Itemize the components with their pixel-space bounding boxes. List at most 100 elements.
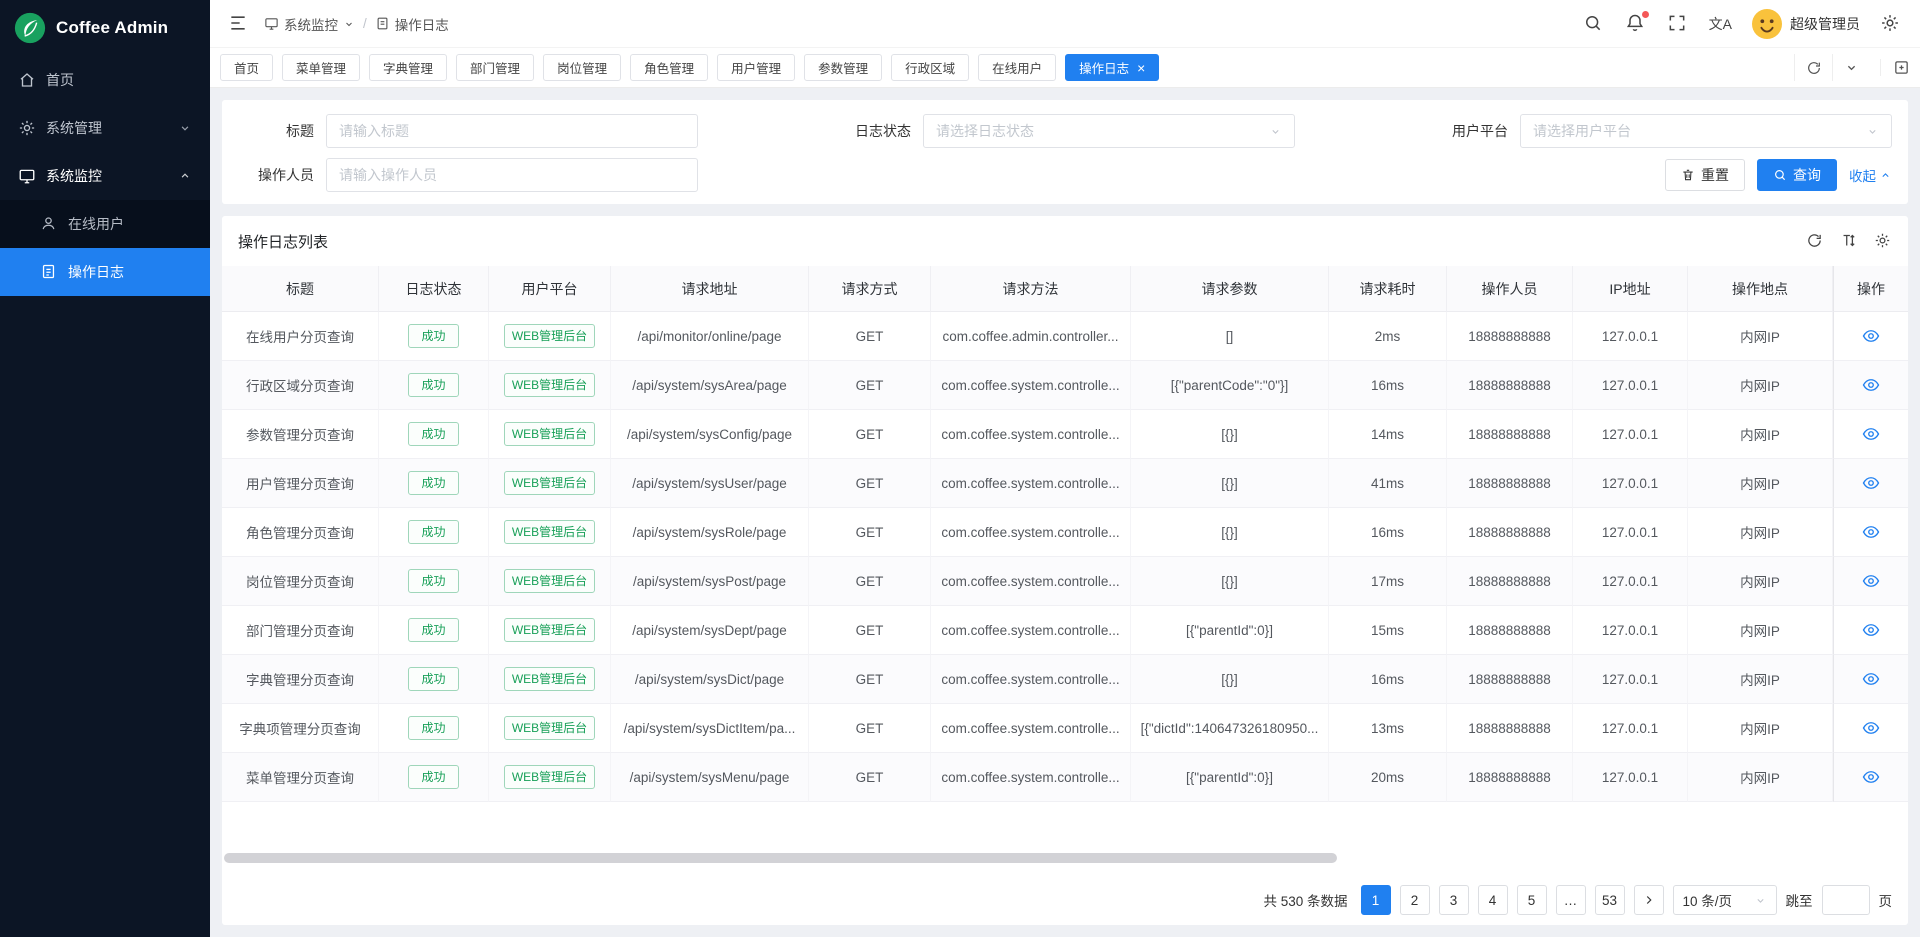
column-header: 请求参数 <box>1131 266 1329 312</box>
table-row: 在线用户分页查询成功WEB管理后台/api/monitor/online/pag… <box>222 312 1908 361</box>
sidebar: Coffee Admin 首页 系统管理 系统监控 <box>0 0 210 937</box>
page-ellipsis[interactable]: … <box>1556 885 1586 915</box>
tab-close-icon[interactable]: × <box>1137 61 1145 75</box>
app-title: Coffee Admin <box>56 18 168 38</box>
tab-用户管理[interactable]: 用户管理 <box>717 54 795 81</box>
table-cell: com.coffee.system.controlle... <box>931 606 1131 655</box>
search-icon[interactable] <box>1583 13 1605 35</box>
filter-panel: 标题 日志状态 请选择日志状态 用户平台 <box>222 100 1908 204</box>
search-label: 查询 <box>1793 165 1821 185</box>
table-cell: 41ms <box>1329 459 1447 508</box>
refresh-tab-icon[interactable] <box>1794 54 1832 81</box>
view-detail-icon[interactable] <box>1862 425 1880 443</box>
tab-参数管理[interactable]: 参数管理 <box>804 54 882 81</box>
view-detail-icon[interactable] <box>1862 670 1880 688</box>
table-cell: [{}] <box>1131 655 1329 704</box>
sidebar-item-home[interactable]: 首页 <box>0 56 210 104</box>
sidebar-collapse-icon[interactable] <box>228 13 250 35</box>
jump-page-input[interactable] <box>1822 885 1870 915</box>
horizontal-scrollbar[interactable] <box>224 853 1337 863</box>
view-detail-icon[interactable] <box>1862 376 1880 394</box>
tab-行政区域[interactable]: 行政区域 <box>891 54 969 81</box>
table-toolbar <box>1806 232 1892 250</box>
app-logo[interactable]: Coffee Admin <box>0 0 210 56</box>
collapse-filters-link[interactable]: 收起 <box>1849 165 1892 185</box>
fullscreen-icon[interactable] <box>1667 13 1689 35</box>
page-button-3[interactable]: 3 <box>1439 885 1469 915</box>
view-detail-icon[interactable] <box>1862 474 1880 492</box>
menu-label: 系统监控 <box>46 166 102 186</box>
notification-bell-icon[interactable] <box>1625 13 1647 35</box>
next-page-button[interactable] <box>1634 885 1664 915</box>
view-detail-icon[interactable] <box>1862 621 1880 639</box>
table-cell: 18888888888 <box>1447 606 1573 655</box>
status-tag: 成功 <box>408 520 458 544</box>
table-cell: 字典项管理分页查询 <box>222 704 379 753</box>
page-content: 标题 日志状态 请选择日志状态 用户平台 <box>210 88 1920 937</box>
menu-label: 操作日志 <box>68 262 124 282</box>
tab-options-chevron-icon[interactable] <box>1832 54 1870 81</box>
table-row: 字典管理分页查询成功WEB管理后台/api/system/sysDict/pag… <box>222 655 1908 704</box>
page-button-2[interactable]: 2 <box>1400 885 1430 915</box>
table-cell: 内网IP <box>1688 361 1833 410</box>
chevron-right-icon <box>1642 893 1656 907</box>
table-cell: /api/system/sysMenu/page <box>611 753 809 802</box>
view-detail-icon[interactable] <box>1862 719 1880 737</box>
user-menu[interactable]: 超级管理员 <box>1752 9 1860 39</box>
breadcrumb-item-logs[interactable]: 操作日志 <box>375 14 449 34</box>
view-detail-icon[interactable] <box>1862 523 1880 541</box>
table-cell: /api/system/sysRole/page <box>611 508 809 557</box>
filter-platform-select[interactable]: 请选择用户平台 <box>1520 114 1892 148</box>
table-cell: 14ms <box>1329 410 1447 459</box>
table-cell-actions <box>1833 312 1908 361</box>
page-button-53[interactable]: 53 <box>1595 885 1625 915</box>
tab-首页[interactable]: 首页 <box>220 54 273 81</box>
tab-菜单管理[interactable]: 菜单管理 <box>282 54 360 81</box>
tab-在线用户[interactable]: 在线用户 <box>978 54 1056 81</box>
tab-label: 行政区域 <box>905 58 955 77</box>
view-detail-icon[interactable] <box>1862 572 1880 590</box>
table-cell: GET <box>809 508 931 557</box>
table-settings-icon[interactable] <box>1874 232 1892 250</box>
table-cell: GET <box>809 557 931 606</box>
filter-status-select[interactable]: 请选择日志状态 <box>923 114 1295 148</box>
tab-操作日志[interactable]: 操作日志× <box>1065 54 1159 81</box>
tab-角色管理[interactable]: 角色管理 <box>630 54 708 81</box>
table-cell: 成功 <box>379 606 489 655</box>
sidebar-item-operation-logs[interactable]: 操作日志 <box>0 248 210 296</box>
breadcrumb-item-monitor[interactable]: 系统监控 <box>264 14 355 34</box>
log-icon <box>40 263 58 281</box>
table-cell: 127.0.0.1 <box>1573 704 1688 753</box>
sidebar-item-online-users[interactable]: 在线用户 <box>0 200 210 248</box>
tab-部门管理[interactable]: 部门管理 <box>456 54 534 81</box>
reset-button[interactable]: 重置 <box>1665 159 1745 191</box>
column-header: 请求地址 <box>611 266 809 312</box>
table-cell: com.coffee.system.controlle... <box>931 753 1131 802</box>
page-button-4[interactable]: 4 <box>1478 885 1508 915</box>
search-button[interactable]: 查询 <box>1757 159 1837 191</box>
filter-title-input[interactable] <box>326 114 698 148</box>
tab-岗位管理[interactable]: 岗位管理 <box>543 54 621 81</box>
view-detail-icon[interactable] <box>1862 327 1880 345</box>
top-header: 系统监控 / 操作日志 文 <box>210 0 1920 48</box>
sidebar-item-system-management[interactable]: 系统管理 <box>0 104 210 152</box>
text-height-icon[interactable] <box>1840 232 1858 250</box>
table-cell: /api/system/sysArea/page <box>611 361 809 410</box>
refresh-icon[interactable] <box>1806 232 1824 250</box>
view-detail-icon[interactable] <box>1862 768 1880 786</box>
filter-operator-input[interactable] <box>326 158 698 192</box>
table-cell: [{"parentId":0}] <box>1131 606 1329 655</box>
page-size-select[interactable]: 10 条/页 <box>1673 885 1777 915</box>
chevron-down-icon <box>178 121 192 135</box>
tab-字典管理[interactable]: 字典管理 <box>369 54 447 81</box>
reset-label: 重置 <box>1701 165 1729 185</box>
platform-tag: WEB管理后台 <box>504 324 595 348</box>
sidebar-item-system-monitor[interactable]: 系统监控 <box>0 152 210 200</box>
table-cell: GET <box>809 312 931 361</box>
page-button-5[interactable]: 5 <box>1517 885 1547 915</box>
page-button-1[interactable]: 1 <box>1361 885 1391 915</box>
settings-gear-icon[interactable] <box>1880 13 1902 35</box>
content-fullscreen-icon[interactable] <box>1880 59 1910 76</box>
search-icon <box>1773 168 1787 182</box>
language-translate-icon[interactable]: 文A <box>1709 13 1732 35</box>
